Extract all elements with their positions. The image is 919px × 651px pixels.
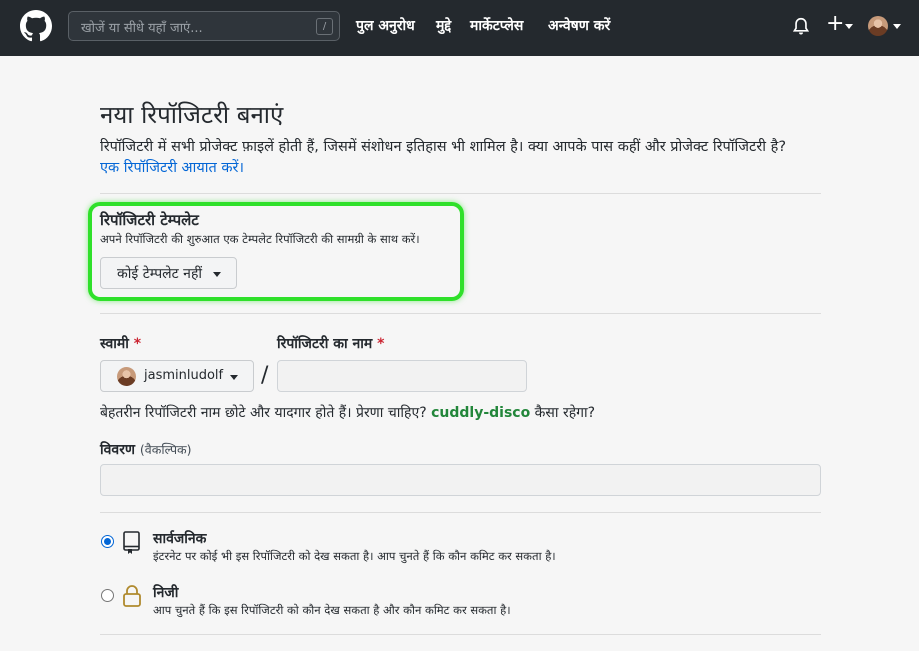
search-shortcut-key: / [316,18,333,35]
description-input[interactable] [100,464,821,496]
plus-icon: + [826,11,845,36]
owner-select-label: jasminludolf [144,368,224,383]
description-label: विवरण (वैकल्पिक) [100,440,192,459]
owner-label-text: स्वामी [100,336,129,352]
repo-name-label-text: रिपॉजिटरी का नाम [277,336,373,352]
nav-pull-requests[interactable]: पुल अनुरोध [356,16,415,35]
divider [100,634,821,635]
nav-issues[interactable]: मुद्दे [436,16,451,35]
template-select-label: कोई टेम्पलेट नहीं [117,266,203,282]
user-menu[interactable] [868,14,904,38]
import-repository-link[interactable]: एक रिपॉजिटरी आयात करें। [100,157,244,177]
top-navigation-bar: खोजें या सीधे यहाँ जाएं... / पुल अनुरोध … [0,0,919,56]
notifications-bell-icon[interactable] [792,16,810,38]
divider [100,193,821,194]
nav-explore[interactable]: अन्वेषण करें [548,16,610,35]
owner-label: स्वामी * [100,334,141,353]
github-logo-icon[interactable] [20,10,52,42]
page-title: नया रिपॉजिटरी बनाएं [100,101,284,129]
optional-tag: (वैकल्पिक) [139,442,192,457]
lock-icon [123,585,141,607]
chevron-down-icon [230,375,238,380]
user-avatar [868,16,888,36]
required-mark: * [377,336,385,352]
repo-name-label: रिपॉजिटरी का नाम * [277,334,384,353]
create-new-menu[interactable]: + [826,11,856,38]
name-suggestion-link[interactable]: cuddly-disco [431,405,530,421]
private-title: निजी [153,585,179,601]
chevron-down-icon [845,24,853,29]
hint-text: बेहतरीन रिपॉजिटरी नाम छोटे और यादगार होत… [100,405,427,421]
hint-text-end: कैसा रहेगा? [534,405,596,421]
nav-marketplace[interactable]: मार्केटप्लेस [470,16,523,35]
owner-repo-separator: / [261,363,269,388]
template-select-button[interactable]: कोई टेम्पलेट नहीं [100,257,237,289]
public-title: सार्वजनिक [153,531,207,547]
divider [100,313,821,314]
divider [100,512,821,513]
page-subtitle: रिपॉजिटरी में सभी प्रोजेक्ट फ़ाइलें होती… [100,139,787,155]
template-section-title: रिपॉजिटरी टेम्पलेट [100,211,199,229]
template-description: अपने रिपॉजिटरी की शुरुआत एक टेम्पलेट रिप… [100,232,420,246]
search-placeholder: खोजें या सीधे यहाँ जाएं... [81,21,203,36]
repo-book-icon [123,531,140,554]
search-input[interactable]: खोजें या सीधे यहाँ जाएं... / [68,11,340,41]
description-label-text: विवरण [100,442,136,458]
chevron-down-icon [893,24,901,29]
public-description: इंटरनेट पर कोई भी इस रिपॉजिटरी को देख सक… [153,549,556,563]
owner-select-button[interactable]: jasminludolf [100,360,254,392]
chevron-down-icon [213,272,221,277]
required-mark: * [133,336,142,352]
private-radio[interactable] [101,589,114,602]
owner-avatar [117,367,136,386]
private-description: आप चुनते हैं कि इस रिपॉजिटरी को कौन देख … [153,603,511,617]
repo-name-hint: बेहतरीन रिपॉजिटरी नाम छोटे और यादगार होत… [100,403,595,422]
public-radio[interactable] [101,535,114,548]
repo-name-input[interactable] [277,360,527,392]
